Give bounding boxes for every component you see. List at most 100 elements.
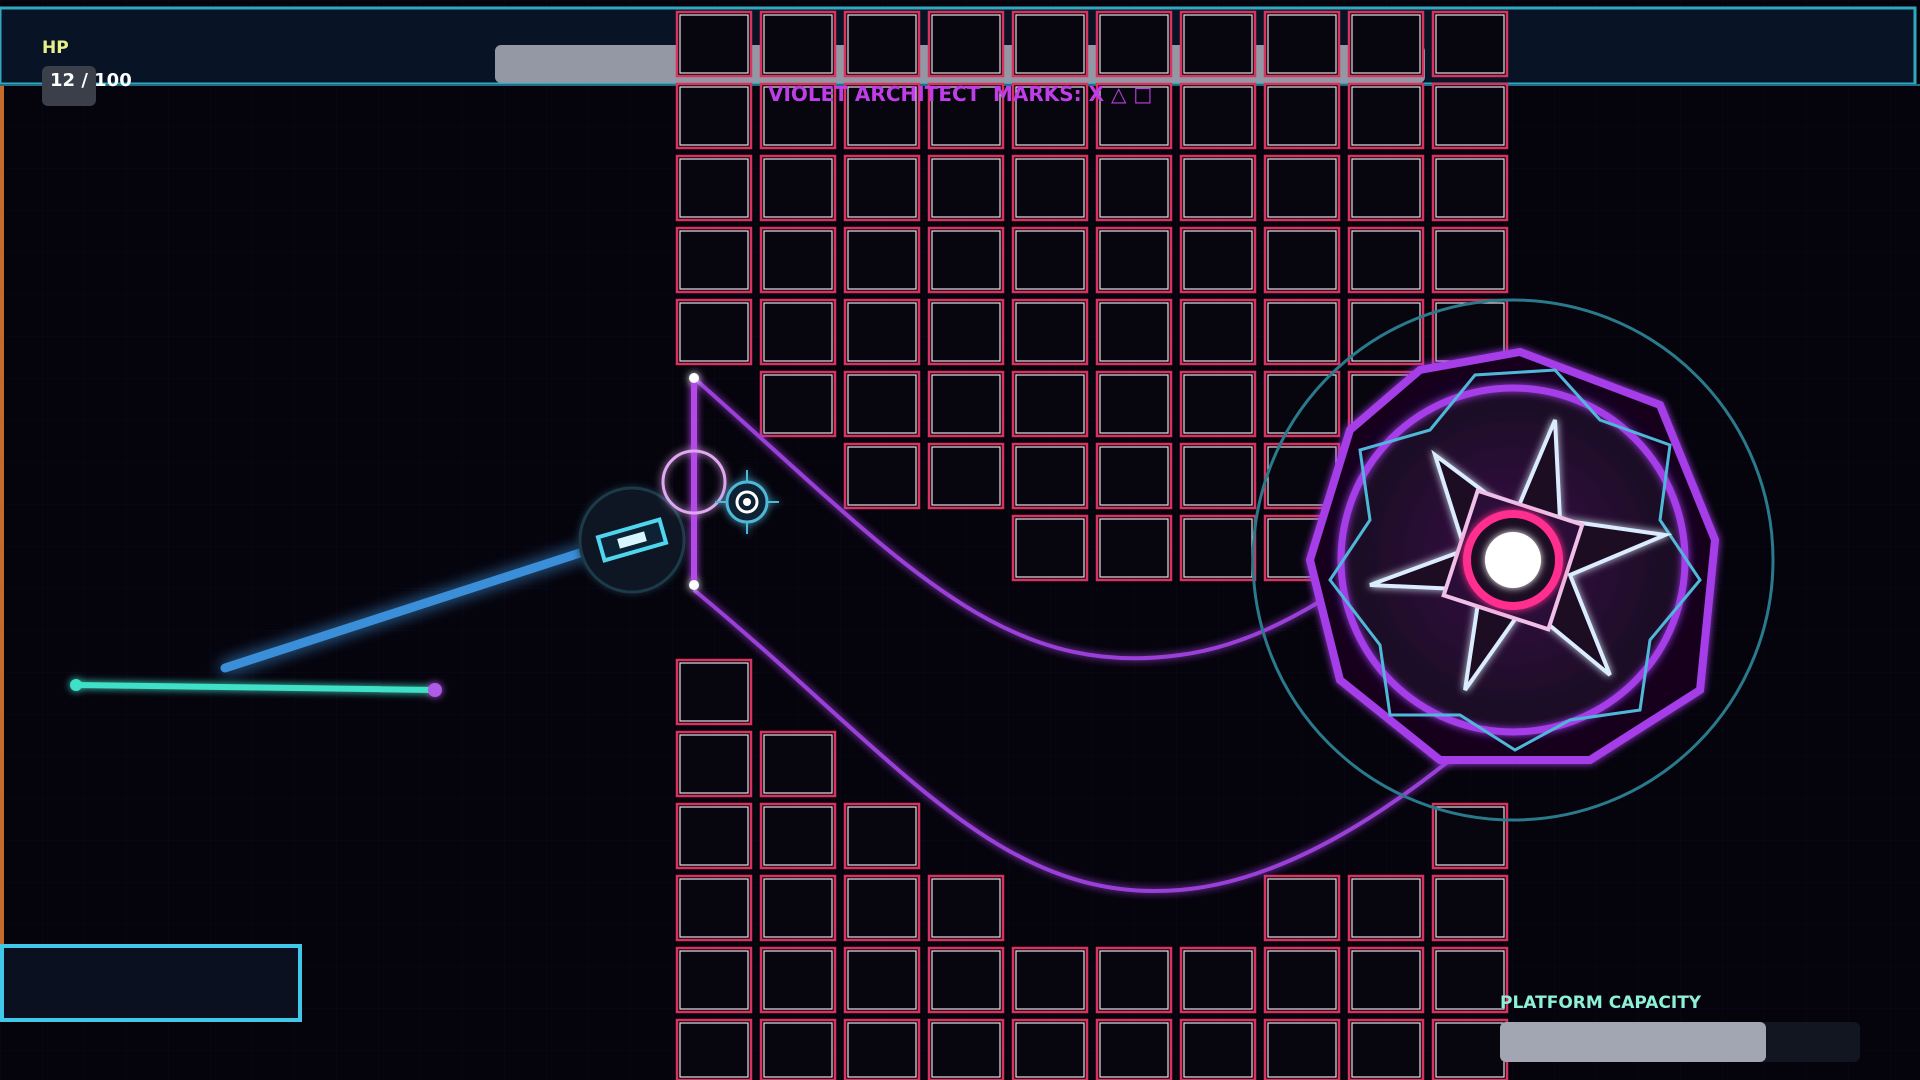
wall-block (1263, 1018, 1341, 1080)
wall-block (927, 874, 1005, 942)
wall-block (843, 370, 921, 438)
wall-block (1347, 946, 1425, 1014)
wall-block (1431, 874, 1509, 942)
wall-block (843, 154, 921, 222)
wall-block (675, 946, 753, 1014)
wall-block (675, 730, 753, 798)
wall-block (1263, 298, 1341, 366)
wall-block (1431, 802, 1509, 870)
wall-block (1347, 226, 1425, 294)
wall-block (1011, 154, 1089, 222)
wall-block (1095, 298, 1173, 366)
wall-block (1347, 154, 1425, 222)
wall-block (1347, 1018, 1425, 1080)
wall-block (1011, 298, 1089, 366)
boss-name: VIOLET ARCHITECT (768, 82, 981, 106)
wall-block (1431, 154, 1509, 222)
wall-block (1179, 442, 1257, 510)
wall-block (927, 298, 1005, 366)
wall-block (759, 802, 837, 870)
wall-block (1179, 514, 1257, 582)
wall-block (1179, 10, 1257, 78)
wall-block (1179, 946, 1257, 1014)
wall-block (1179, 154, 1257, 222)
wall-block (1179, 82, 1257, 150)
wall-block (927, 154, 1005, 222)
boss-marks: MARKS: X △ □ (993, 82, 1153, 106)
wall-block (1011, 946, 1089, 1014)
wall-block (1095, 946, 1173, 1014)
wall-block (1431, 82, 1509, 150)
wall-block (1011, 442, 1089, 510)
wall-block (1263, 82, 1341, 150)
wall-block (927, 442, 1005, 510)
wall-block (675, 298, 753, 366)
wall-block (927, 10, 1005, 78)
wall-block (759, 946, 837, 1014)
wall-block (1095, 10, 1173, 78)
wall-block (759, 10, 837, 78)
wall-block (675, 658, 753, 726)
wall-block (759, 1018, 837, 1080)
wall-block (675, 10, 753, 78)
wall-block (675, 154, 753, 222)
wall-block (1179, 226, 1257, 294)
wall-block (675, 1018, 753, 1080)
wall-block (927, 370, 1005, 438)
wall-block (759, 154, 837, 222)
wall-block (1263, 874, 1341, 942)
wall-block (1095, 154, 1173, 222)
wall-block (927, 1018, 1005, 1080)
wall-block (843, 226, 921, 294)
hp-value: 12 / 100 (50, 70, 132, 91)
game-stage (0, 0, 1920, 1080)
wall-block (1431, 946, 1509, 1014)
wall-block (1095, 1018, 1173, 1080)
wall-block (1095, 514, 1173, 582)
wall-block (1431, 1018, 1509, 1080)
platform-capacity-bar (1500, 1022, 1860, 1062)
player-ship-icon (578, 486, 686, 594)
wall-block (843, 802, 921, 870)
wall-block (1263, 10, 1341, 78)
platform-capacity-fill (1500, 1022, 1766, 1062)
wall-block (759, 298, 837, 366)
wall-block (843, 10, 921, 78)
wall-block (1431, 226, 1509, 294)
wall-block (759, 226, 837, 294)
wall-block (1263, 226, 1341, 294)
wall-block (1431, 10, 1509, 78)
wall-block (1179, 1018, 1257, 1080)
wall-block (675, 802, 753, 870)
wall-block (675, 82, 753, 150)
wall-block (1011, 514, 1089, 582)
wall-block (1347, 10, 1425, 78)
platform-capacity-label: PLATFORM CAPACITY (1500, 993, 1702, 1013)
left-edge-wall (0, 86, 4, 956)
wall-block (759, 370, 837, 438)
wall-block (1095, 442, 1173, 510)
wall-block (843, 298, 921, 366)
wall-block (843, 874, 921, 942)
wall-block (927, 946, 1005, 1014)
wall-block (1263, 946, 1341, 1014)
wall-block (759, 730, 837, 798)
wall-block (1095, 226, 1173, 294)
wall-block (1347, 874, 1425, 942)
wall-block (1011, 370, 1089, 438)
hp-label: HP (42, 38, 69, 58)
wall-block (843, 1018, 921, 1080)
wall-block (1263, 154, 1341, 222)
wall-block (843, 946, 921, 1014)
wall-block (843, 442, 921, 510)
wall-block (1011, 226, 1089, 294)
wall-block (1263, 370, 1341, 438)
wall-block (759, 874, 837, 942)
wall-block (927, 226, 1005, 294)
wall-block (1179, 298, 1257, 366)
wall-block (1347, 82, 1425, 150)
wall-block (1011, 1018, 1089, 1080)
wall-block (1095, 370, 1173, 438)
wall-block (1179, 370, 1257, 438)
wall-block (675, 226, 753, 294)
